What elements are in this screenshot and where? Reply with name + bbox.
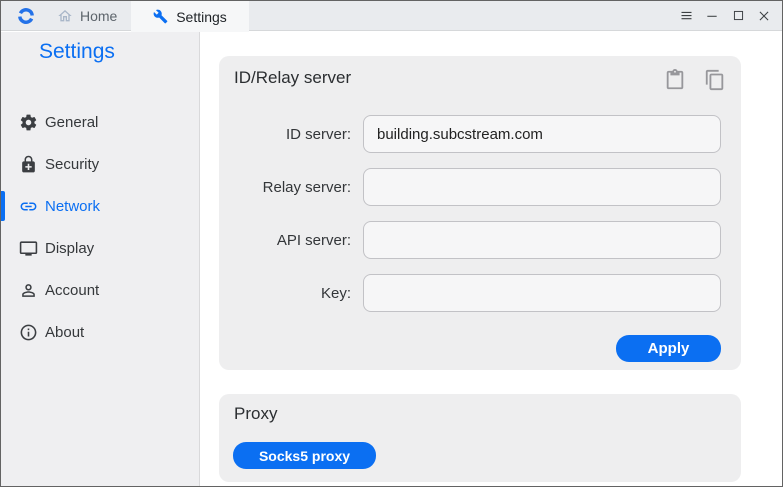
selected-indicator (1, 191, 5, 221)
field-row-api-server: API server: (233, 221, 721, 259)
window-controls (673, 1, 782, 31)
tab-home[interactable]: Home (57, 8, 117, 24)
server-fields: ID server: Relay server: API server: Key… (233, 115, 721, 327)
api-server-input[interactable] (363, 221, 721, 259)
proxy-card: Proxy Socks5 proxy (219, 394, 741, 482)
tab-settings[interactable]: Settings (131, 1, 249, 32)
sidebar-item-label: About (45, 324, 84, 341)
home-icon (57, 8, 73, 24)
sidebar-item-label: Security (45, 156, 99, 173)
sidebar-item-label: Display (45, 240, 94, 257)
minimize-icon[interactable] (699, 1, 725, 31)
titlebar: Home Settings (1, 1, 782, 31)
id-relay-server-card: ID/Relay server ID server: Relay server: (219, 56, 741, 370)
field-label: ID server: (233, 126, 351, 143)
field-row-id-server: ID server: (233, 115, 721, 153)
sidebar-item-label: General (45, 114, 98, 131)
settings-content: ID/Relay server ID server: Relay server: (201, 32, 782, 486)
relay-server-input[interactable] (363, 168, 721, 206)
sidebar-item-about[interactable]: About (1, 311, 199, 353)
settings-sidebar: Settings General Security Network (1, 32, 200, 486)
monitor-icon (19, 239, 38, 258)
card-header-icons (664, 68, 726, 92)
person-icon (19, 281, 38, 300)
key-input[interactable] (363, 274, 721, 312)
menu-icon[interactable] (673, 1, 699, 31)
socks5-proxy-button[interactable]: Socks5 proxy (233, 442, 376, 469)
card-title: Proxy (234, 404, 277, 424)
tab-settings-label: Settings (176, 9, 227, 25)
sidebar-item-security[interactable]: Security (1, 143, 199, 185)
copy-icon[interactable] (704, 68, 726, 92)
field-label: Relay server: (233, 179, 351, 196)
apply-button[interactable]: Apply (616, 335, 721, 362)
app-logo-icon (17, 7, 35, 25)
sidebar-item-display[interactable]: Display (1, 227, 199, 269)
field-label: Key: (233, 285, 351, 302)
maximize-icon[interactable] (725, 1, 751, 31)
sidebar-item-account[interactable]: Account (1, 269, 199, 311)
close-icon[interactable] (751, 1, 777, 31)
card-title: ID/Relay server (234, 68, 351, 88)
link-icon (19, 197, 38, 216)
sidebar-item-label: Network (45, 198, 100, 215)
field-row-relay-server: Relay server: (233, 168, 721, 206)
lock-icon (19, 155, 38, 174)
gear-icon (19, 113, 38, 132)
info-icon (19, 323, 38, 342)
card-header: Proxy (234, 404, 726, 424)
field-label: API server: (233, 232, 351, 249)
settings-menu: General Security Network Display (1, 101, 199, 353)
sidebar-title: Settings (39, 40, 115, 64)
field-row-key: Key: (233, 274, 721, 312)
card-header: ID/Relay server (234, 68, 726, 92)
sidebar-item-network[interactable]: Network (1, 185, 199, 227)
tab-home-label: Home (80, 8, 117, 24)
sidebar-item-label: Account (45, 282, 99, 299)
paste-icon[interactable] (664, 68, 686, 92)
wrench-icon (153, 9, 168, 24)
sidebar-item-general[interactable]: General (1, 101, 199, 143)
id-server-input[interactable] (363, 115, 721, 153)
